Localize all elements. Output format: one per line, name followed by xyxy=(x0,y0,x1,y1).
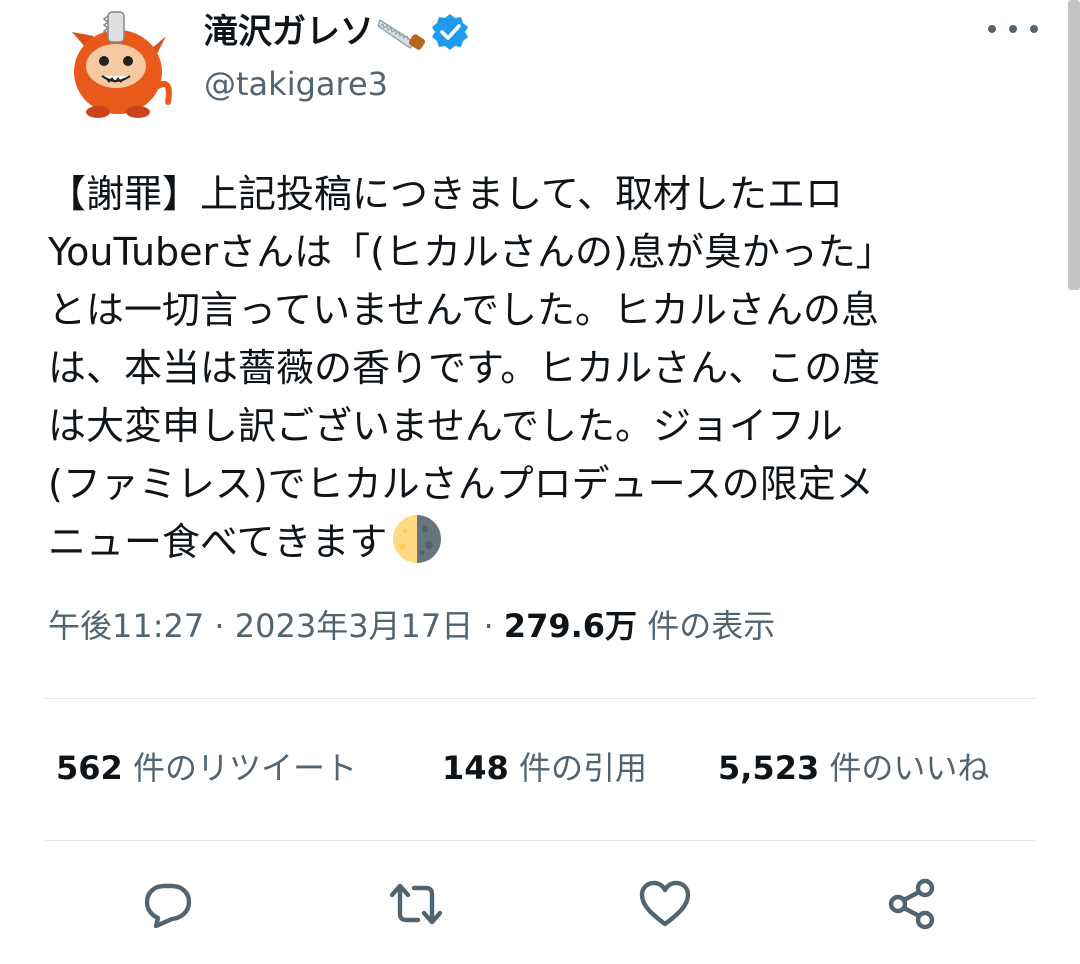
retweets-stat[interactable]: 562 件のリツイート xyxy=(56,746,357,790)
verified-badge-icon xyxy=(430,12,470,52)
tweet-line-last: ニュー食べてきます xyxy=(48,513,1048,571)
divider xyxy=(44,840,1036,841)
tweet-time[interactable]: 午後11:27 xyxy=(48,607,204,645)
divider xyxy=(44,698,1036,699)
retweets-count: 562 xyxy=(56,749,123,787)
reply-button[interactable] xyxy=(140,878,196,930)
retweets-label: 件のリツイート xyxy=(122,749,357,787)
like-button[interactable] xyxy=(637,878,693,930)
views-count[interactable]: 279.6万 xyxy=(504,607,637,645)
saw-icon xyxy=(376,12,426,52)
tweet-line: YouTuberさんは「(ヒカルさんの)息が臭かった」 xyxy=(48,230,894,274)
tweet-text: 【謝罪】上記投稿につきまして、取材したエロ YouTuberさんは「(ヒカルさん… xyxy=(48,165,1048,571)
tweet-line: (ファミレス)でヒカルさんプロデュースの限定メ xyxy=(48,462,874,506)
share-icon xyxy=(888,878,935,930)
tweet-line: とは一切言っていませんでした。ヒカルさんの息 xyxy=(48,288,880,332)
quotes-stat[interactable]: 148 件の引用 xyxy=(442,746,647,790)
share-button[interactable] xyxy=(884,878,940,930)
likes-stat[interactable]: 5,523 件のいいね xyxy=(718,746,989,790)
tweet-date[interactable]: 2023年3月17日 xyxy=(235,607,474,645)
more-options-button[interactable] xyxy=(988,14,1038,44)
likes-label: 件のいいね xyxy=(819,749,990,787)
tweet-meta: 午後11:27 · 2023年3月17日 · 279.6万 件の表示 xyxy=(48,604,775,648)
avatar-image xyxy=(72,11,172,118)
like-icon xyxy=(639,880,691,927)
more-dot-icon xyxy=(988,25,996,33)
separator: · xyxy=(204,607,235,645)
display-name-row[interactable]: 滝沢ガレソ xyxy=(204,12,470,52)
tweet-line: 【謝罪】上記投稿につきまして、取材したエロ xyxy=(48,172,843,216)
quotes-count: 148 xyxy=(442,749,509,787)
likes-count: 5,523 xyxy=(718,749,820,787)
last-quarter-moon-face-icon xyxy=(391,513,443,565)
avatar[interactable] xyxy=(58,6,176,124)
scrollbar[interactable] xyxy=(1068,0,1080,290)
display-name: 滝沢ガレソ xyxy=(204,12,374,52)
tweet-line-text: ニュー食べてきます xyxy=(48,520,388,564)
quotes-label: 件の引用 xyxy=(508,749,647,787)
retweet-button[interactable] xyxy=(388,878,444,930)
handle[interactable]: @takigare3 xyxy=(204,64,388,104)
views-label: 件の表示 xyxy=(637,607,776,645)
more-dot-icon xyxy=(1030,25,1038,33)
retweet-icon xyxy=(389,883,443,925)
separator: · xyxy=(473,607,504,645)
more-dot-icon xyxy=(1009,25,1017,33)
tweet-line: は大変申し訳ございませんでした。ジョイフル xyxy=(48,404,843,448)
tweet-line: は、本当は薔薇の香りです。ヒカルさん、この度 xyxy=(48,346,881,390)
reply-icon xyxy=(144,883,192,929)
